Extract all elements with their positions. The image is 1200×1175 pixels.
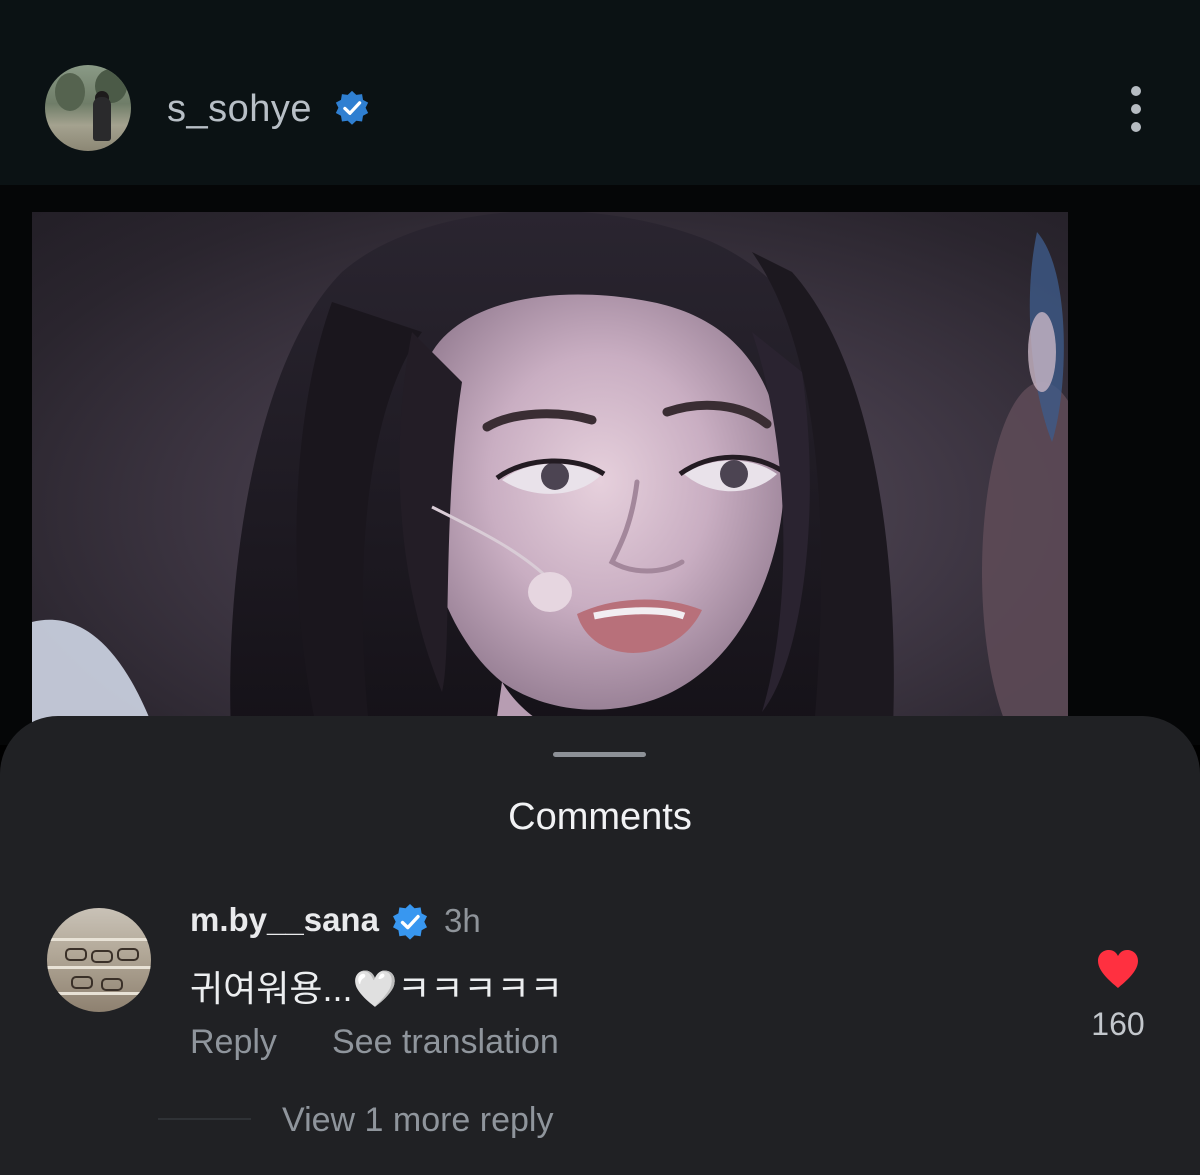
heart-icon[interactable] — [1095, 948, 1141, 990]
view-more-replies-button[interactable]: View 1 more reply — [282, 1101, 554, 1140]
comments-title: Comments — [508, 796, 692, 838]
post-author-username[interactable]: s_sohye — [167, 88, 312, 131]
sheet-drag-handle[interactable] — [553, 752, 646, 757]
verified-badge-icon — [335, 90, 369, 125]
comments-sheet: Comments m.by__sana 3h 귀여워용...🤍ㅋㅋㅋㅋㅋ Rep… — [0, 716, 1200, 1175]
commenter-avatar[interactable] — [47, 908, 151, 1012]
replies-divider — [158, 1118, 251, 1120]
comment-text: 귀여워용...🤍ㅋㅋㅋㅋㅋ — [190, 968, 563, 1009]
like-count: 160 — [1091, 1006, 1145, 1042]
post-header: s_sohye — [0, 0, 1200, 185]
performer-image — [32, 212, 1068, 752]
verified-badge-icon — [393, 904, 427, 940]
reply-button[interactable]: Reply — [190, 1023, 277, 1062]
video-frame — [32, 212, 1068, 752]
comment-timestamp: 3h — [444, 902, 481, 939]
post-media[interactable] — [0, 185, 1200, 752]
post-author-avatar[interactable] — [45, 65, 131, 151]
see-translation-button[interactable]: See translation — [332, 1023, 559, 1062]
instagram-post-screen: s_sohye Comments m.by__sana 3h 귀여워용...🤍ㅋ… — [0, 0, 1200, 1175]
more-options-icon[interactable] — [1118, 84, 1154, 134]
commenter-username[interactable]: m.by__sana — [190, 901, 379, 939]
